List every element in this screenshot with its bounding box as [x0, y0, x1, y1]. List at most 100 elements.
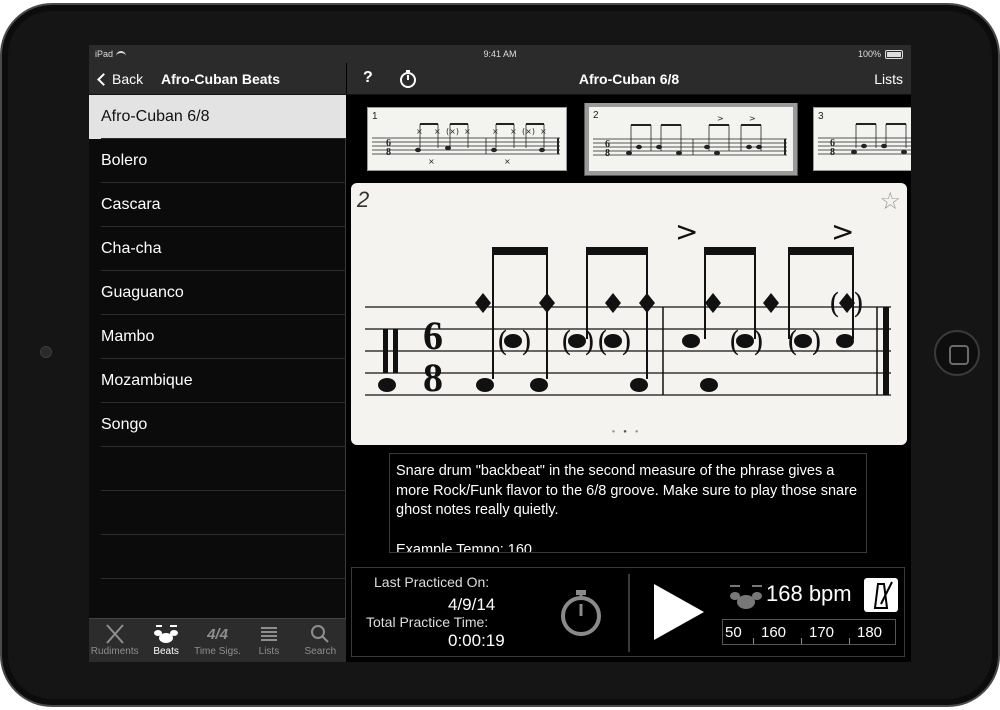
list-item[interactable]: Cha-cha — [89, 227, 346, 271]
svg-text:>: > — [675, 215, 698, 248]
svg-text:(: ( — [729, 325, 740, 358]
beat-list: Afro-Cuban 6/8 Bolero Cascara Cha-cha Gu… — [89, 95, 346, 623]
description-text: Snare drum "backbeat" in the second meas… — [396, 463, 858, 518]
thumbnail-number: 1 — [372, 111, 378, 122]
tab-bar: Rudiments Beats 4/4 Time Sigs. Lists Sea… — [89, 618, 346, 662]
pattern-thumbnail[interactable]: 1 6 8 × × (×) × × × (×) × × × — [367, 107, 567, 171]
pattern-thumbnail-selected[interactable]: 2 6 8 > > — [585, 103, 797, 175]
thumbnail-number: 3 — [818, 111, 824, 122]
front-camera — [40, 346, 52, 358]
metronome-icon[interactable] — [864, 578, 898, 612]
bpm-readout: 168 bpm — [766, 581, 852, 606]
tab-time-sigs[interactable]: 4/4 Time Sigs. — [192, 619, 243, 662]
tempo-tick: 180 — [857, 624, 883, 641]
tempo-mark — [849, 638, 850, 644]
back-button[interactable]: Back — [95, 71, 143, 87]
time-signature-icon-text: 4/4 — [207, 625, 228, 643]
svg-text:): ) — [853, 287, 864, 320]
thumbnail-notation: 6 8 > > — [593, 114, 787, 159]
status-time: 9:41 AM — [483, 49, 517, 59]
list-icon — [243, 623, 294, 645]
screen: iPad 9:41 AM 100% Back Afro-Cuban Beats … — [89, 45, 911, 662]
battery-percent: 100% — [857, 49, 881, 59]
time-signature-icon: 4/4 — [192, 623, 243, 645]
last-practiced-date: 4/9/14 — [448, 595, 496, 614]
example-tempo: Example Tempo: 160 — [396, 541, 532, 553]
svg-text:(: ( — [561, 325, 572, 358]
empty-row — [89, 491, 346, 535]
divider — [628, 574, 630, 652]
list-item[interactable]: Cascara — [89, 183, 346, 227]
tempo-slider[interactable]: 50 160 170 180 — [722, 619, 896, 645]
svg-text:×: × — [434, 127, 441, 136]
tempo-tick: 160 — [761, 624, 787, 641]
home-button[interactable] — [934, 330, 980, 376]
svg-text:>: > — [749, 114, 756, 123]
sidebar-title: Afro-Cuban Beats — [161, 71, 281, 87]
sidebar-nav-bar: Back Afro-Cuban Beats — [89, 63, 346, 95]
thumbnail-notation: 6 8 — [818, 123, 911, 158]
main-panel: ? Afro-Cuban 6/8 Lists 1 6 8 × × (×) × ×… — [347, 63, 911, 662]
svg-text:(: ( — [787, 325, 798, 358]
svg-text:×: × — [464, 127, 471, 136]
svg-text:×: × — [428, 157, 435, 166]
svg-text:8: 8 — [386, 147, 391, 158]
drum-set-icon — [140, 623, 191, 645]
last-practiced-label: Last Practiced On: — [374, 574, 490, 590]
thumbnail-notation: 6 8 × × (×) × × × (×) × × × — [372, 123, 560, 166]
list-item[interactable]: Afro-Cuban 6/8 — [89, 95, 346, 139]
practice-panel: Last Practiced On: 4/9/14 Total Practice… — [351, 567, 905, 657]
time-signature-top: 6 — [423, 313, 443, 358]
battery-icon — [885, 50, 903, 59]
empty-row — [89, 579, 346, 623]
svg-text:): ) — [584, 325, 595, 358]
tempo-tick: 170 — [809, 624, 835, 641]
tab-rudiments[interactable]: Rudiments — [89, 619, 140, 662]
svg-text:>: > — [831, 215, 854, 248]
tempo-mark — [753, 638, 754, 644]
svg-text:): ) — [811, 325, 822, 358]
svg-text:(×): (×) — [446, 127, 459, 136]
back-label: Back — [112, 71, 144, 87]
svg-text:(: ( — [597, 325, 608, 358]
page-title: Afro-Cuban 6/8 — [578, 71, 680, 87]
main-nav-bar: ? Afro-Cuban 6/8 Lists — [347, 63, 911, 95]
svg-text:): ) — [753, 325, 764, 358]
time-signature-bottom: 8 — [423, 355, 443, 400]
svg-text:(: ( — [497, 325, 508, 358]
sidebar: Back Afro-Cuban Beats Afro-Cuban 6/8 Bol… — [89, 63, 346, 662]
list-item[interactable]: Mozambique — [89, 359, 346, 403]
list-item[interactable]: Mambo — [89, 315, 346, 359]
tab-label: Rudiments — [90, 646, 139, 657]
svg-text:×: × — [416, 127, 423, 136]
page-indicator: ●●● — [611, 429, 647, 435]
thumbnail-number: 2 — [593, 110, 599, 121]
tab-beats[interactable]: Beats — [140, 619, 191, 662]
svg-text:8: 8 — [605, 148, 610, 159]
svg-text:(×): (×) — [522, 127, 535, 136]
rudiments-icon — [89, 623, 140, 645]
description-box[interactable]: Snare drum "backbeat" in the second meas… — [389, 453, 867, 553]
svg-text:×: × — [510, 127, 517, 136]
svg-text:(: ( — [829, 287, 840, 320]
tab-label: Time Sigs. — [194, 646, 241, 657]
total-practice-time: 0:00:19 — [448, 631, 505, 650]
play-icon[interactable] — [654, 584, 704, 640]
list-item[interactable]: Bolero — [89, 139, 346, 183]
list-item[interactable]: Guaguanco — [89, 271, 346, 315]
tab-search[interactable]: Search — [295, 619, 346, 662]
list-item[interactable]: Songo — [89, 403, 346, 447]
stopwatch-icon[interactable] — [556, 588, 606, 638]
svg-text:): ) — [621, 325, 632, 358]
lists-button[interactable]: Lists — [874, 71, 903, 87]
staff-notation: () () () () () () > > 6 8 — [365, 215, 891, 400]
pattern-thumbnail[interactable]: 3 6 8 — [813, 107, 911, 171]
svg-text:×: × — [504, 157, 511, 166]
empty-row — [89, 447, 346, 491]
tab-lists[interactable]: Lists — [243, 619, 294, 662]
svg-text:>: > — [717, 114, 724, 123]
svg-text:8: 8 — [830, 147, 835, 158]
status-bar: iPad 9:41 AM 100% — [89, 45, 911, 63]
total-practice-label: Total Practice Time: — [366, 614, 489, 630]
notation-view[interactable]: 2 ☆ () () () () () () > > 6 8 ●●● — [351, 183, 907, 445]
